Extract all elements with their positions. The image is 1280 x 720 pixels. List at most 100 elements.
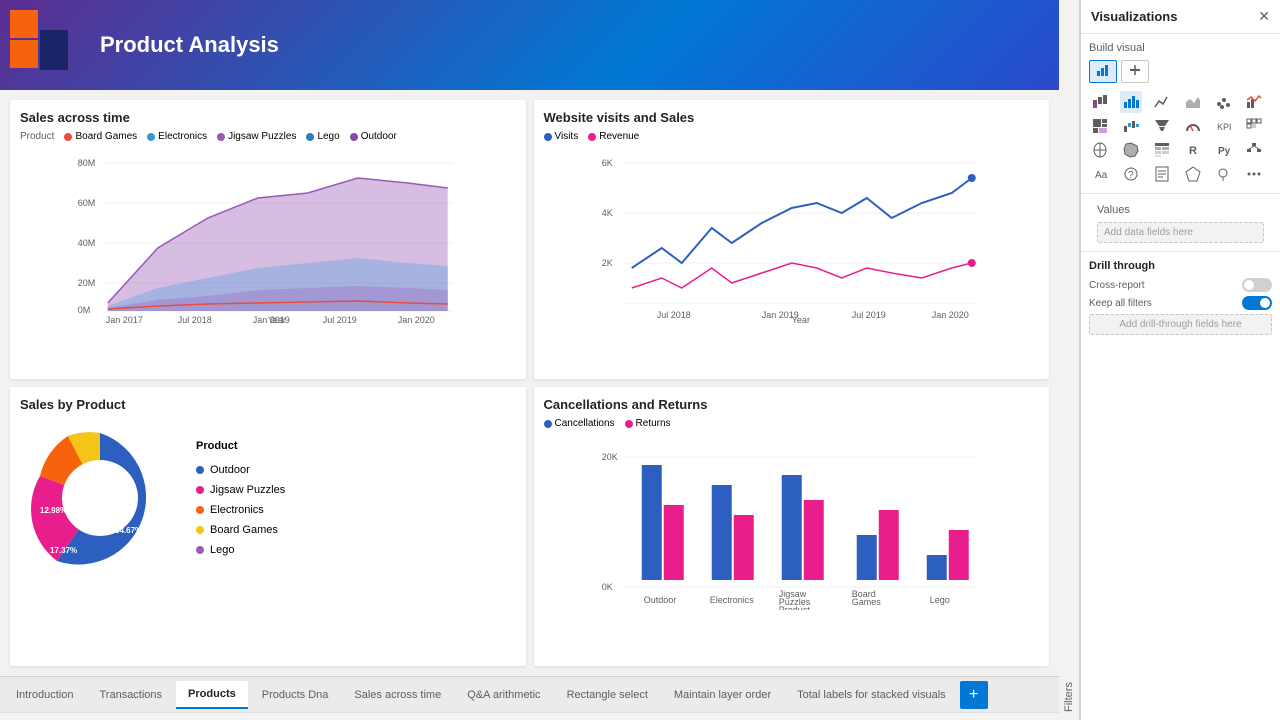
add-tab-button[interactable]: + bbox=[960, 681, 988, 709]
viz-shape-map[interactable] bbox=[1182, 163, 1204, 185]
x-axis-year-v: Year bbox=[791, 315, 809, 323]
visualizations-panel: Visualizations ✕ Build visual bbox=[1080, 0, 1280, 720]
viz-combo[interactable] bbox=[1243, 91, 1265, 113]
add-data-field[interactable]: Add data fields here bbox=[1097, 222, 1264, 243]
tab-rectangle-select[interactable]: Rectangle select bbox=[555, 681, 660, 709]
x-jigsaw3: Product bbox=[778, 605, 810, 610]
viz-table[interactable] bbox=[1151, 139, 1173, 161]
x-label-jul19-v: Jul 2019 bbox=[851, 310, 885, 320]
viz-treemap[interactable] bbox=[1089, 115, 1111, 137]
y-label-2k: 2K bbox=[601, 258, 612, 268]
viz-smart-narrative[interactable]: Aa bbox=[1089, 163, 1111, 185]
viz-gauge[interactable] bbox=[1182, 115, 1204, 137]
x-label-jan20-v: Jan 2020 bbox=[931, 310, 968, 320]
tab-transactions[interactable]: Transactions bbox=[87, 681, 174, 709]
content-area: Sales across time Product Board Games El… bbox=[0, 90, 1059, 676]
cross-report-toggle[interactable] bbox=[1242, 278, 1272, 292]
viz-paginated[interactable] bbox=[1151, 163, 1173, 185]
legend-electronics-dot bbox=[147, 133, 155, 141]
cross-report-label: Cross-report bbox=[1089, 280, 1145, 291]
viz-bar-chart[interactable] bbox=[1120, 91, 1142, 113]
legend-returns: Returns bbox=[625, 418, 671, 429]
bar-boardgames-return bbox=[878, 510, 898, 580]
build-visual-button[interactable] bbox=[1089, 60, 1117, 83]
svg-text:Aa: Aa bbox=[1095, 170, 1108, 181]
pie-legend: Product Outdoor Jigsaw Puzzles Electroni… bbox=[196, 440, 285, 556]
y-label-20m: 20M bbox=[78, 278, 96, 288]
legend-board-games-pie: Board Games bbox=[196, 524, 285, 536]
electronics-dot bbox=[196, 506, 204, 514]
viz-matrix[interactable] bbox=[1243, 115, 1265, 137]
y-label-0m: 0M bbox=[78, 305, 91, 315]
viz-decomposition[interactable] bbox=[1243, 139, 1265, 161]
legend-outdoor-label: Outdoor bbox=[361, 131, 397, 142]
viz-waterfall[interactable] bbox=[1120, 115, 1142, 137]
svg-text:R: R bbox=[1189, 145, 1197, 157]
legend-jigsaw-label: Jigsaw Puzzles bbox=[228, 131, 296, 142]
tab-total-labels[interactable]: Total labels for stacked visuals bbox=[785, 681, 958, 709]
viz-icons-grid: KPI R Py bbox=[1089, 91, 1272, 185]
filters-tab[interactable]: Filters bbox=[1059, 0, 1080, 720]
viz-python[interactable]: Py bbox=[1212, 139, 1234, 161]
chart-icon bbox=[1096, 63, 1110, 77]
svg-text:Py: Py bbox=[1218, 146, 1231, 157]
logo-orange-bottom bbox=[10, 40, 38, 68]
board-games-label: Board Games bbox=[210, 524, 278, 536]
tab-products-dna[interactable]: Products Dna bbox=[250, 681, 341, 709]
x-label-jul18: Jul 2018 bbox=[178, 315, 212, 323]
x-label-jul18-v: Jul 2018 bbox=[656, 310, 690, 320]
cancellations-panel: Cancellations and Returns Cancellations … bbox=[534, 387, 1050, 666]
viz-action-buttons bbox=[1089, 60, 1272, 83]
values-section: Values Add data fields here bbox=[1081, 194, 1280, 251]
website-visits-title: Website visits and Sales bbox=[544, 110, 1040, 125]
bar-boardgames-cancel bbox=[856, 535, 876, 580]
y-label-60m: 60M bbox=[78, 198, 96, 208]
legend-cancellations: Cancellations bbox=[544, 418, 615, 429]
tab-introduction[interactable]: Introduction bbox=[4, 681, 85, 709]
outdoor-label: Outdoor bbox=[210, 464, 250, 476]
viz-funnel[interactable] bbox=[1151, 115, 1173, 137]
tab-products[interactable]: Products bbox=[176, 681, 248, 709]
viz-qa[interactable]: ? bbox=[1120, 163, 1142, 185]
legend-jigsaw-pie: Jigsaw Puzzles bbox=[196, 484, 285, 496]
svg-text:?: ? bbox=[1128, 170, 1134, 181]
viz-area-chart[interactable] bbox=[1182, 91, 1204, 113]
sales-across-time-title: Sales across time bbox=[20, 110, 516, 125]
tab-bar: Introduction Transactions Products Produ… bbox=[0, 676, 1059, 712]
bar-lego-cancel bbox=[926, 555, 946, 580]
tab-qa-arithmetic[interactable]: Q&A arithmetic bbox=[455, 681, 552, 709]
viz-stacked-bar[interactable] bbox=[1089, 91, 1111, 113]
sales-chart-svg: 80M 60M 40M 20M 0M bbox=[20, 148, 516, 323]
page-title: Product Analysis bbox=[100, 32, 279, 58]
viz-map[interactable] bbox=[1089, 139, 1111, 161]
lego-dot bbox=[196, 546, 204, 554]
viz-kpi[interactable]: KPI bbox=[1212, 115, 1234, 137]
legend-lego-label: Lego bbox=[317, 131, 339, 142]
keep-filters-toggle[interactable] bbox=[1242, 296, 1272, 310]
cancellations-title: Cancellations and Returns bbox=[544, 397, 1040, 412]
tab-maintain-layer[interactable]: Maintain layer order bbox=[662, 681, 783, 709]
product-legend-title: Product bbox=[196, 440, 285, 452]
tab-sales-across-time[interactable]: Sales across time bbox=[342, 681, 453, 709]
sales-by-product-panel: Sales by Product 11.96 bbox=[10, 387, 526, 666]
cancellations-label: Cancellations bbox=[555, 418, 615, 429]
add-drill-field[interactable]: Add drill-through fields here bbox=[1089, 314, 1272, 335]
viz-more[interactable] bbox=[1243, 163, 1265, 185]
legend-board-games-dot bbox=[64, 133, 72, 141]
drill-through-title: Drill through bbox=[1089, 260, 1272, 272]
legend-visits: Visits bbox=[544, 131, 579, 142]
panel-header: Visualizations ✕ bbox=[1081, 0, 1280, 34]
x-label-jul19: Jul 2019 bbox=[323, 315, 357, 323]
visits-endpoint bbox=[967, 174, 975, 182]
pie-container: 11.96% 12.98% 17.37% 54.67% Product Outd… bbox=[20, 418, 516, 578]
format-button[interactable] bbox=[1121, 60, 1149, 83]
legend-outdoor-pie: Outdoor bbox=[196, 464, 285, 476]
viz-r-visual[interactable]: R bbox=[1182, 139, 1204, 161]
viz-line-chart[interactable] bbox=[1151, 91, 1173, 113]
bar-outdoor-return bbox=[663, 505, 683, 580]
viz-azure-maps[interactable] bbox=[1212, 163, 1234, 185]
viz-filled-map[interactable] bbox=[1120, 139, 1142, 161]
panel-close-button[interactable]: ✕ bbox=[1258, 8, 1270, 25]
viz-scatter[interactable] bbox=[1212, 91, 1234, 113]
x-label-jan20: Jan 2020 bbox=[398, 315, 435, 323]
